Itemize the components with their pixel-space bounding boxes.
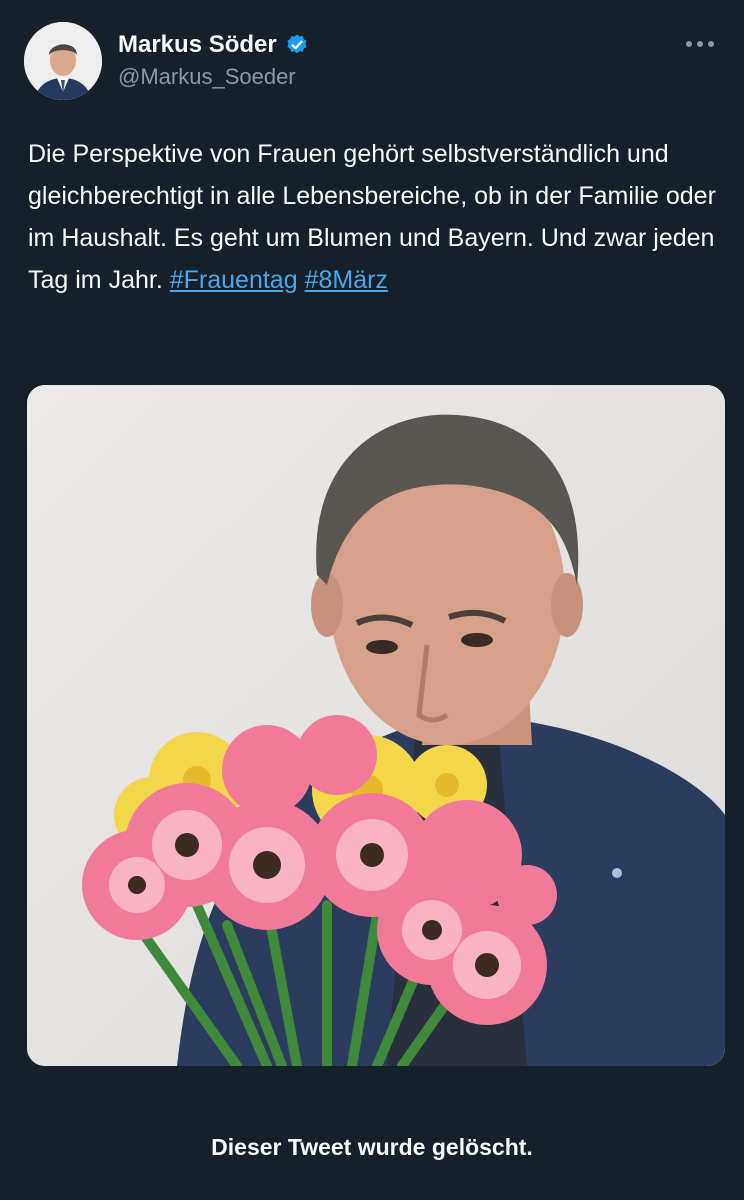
tweet-header: Markus Söder @Markus_Soeder (24, 22, 720, 102)
avatar-photo (24, 22, 102, 100)
tweet-text: Die Perspektive von Frauen gehört selbst… (28, 133, 718, 301)
verified-badge-icon (287, 34, 307, 54)
avatar[interactable] (24, 22, 102, 100)
more-options-icon[interactable] (680, 32, 720, 56)
hashtag-frauentag[interactable]: #Frauentag (170, 266, 298, 294)
deleted-notice: Dieser Tweet wurde gelöscht. (211, 1134, 533, 1160)
photo-man-with-flowers (27, 385, 725, 1066)
hashtag-8maerz[interactable]: #8März (305, 266, 388, 294)
tweet-media-photo[interactable] (27, 385, 725, 1066)
author-display-name[interactable]: Markus Söder (118, 30, 277, 60)
author-handle[interactable]: @Markus_Soeder (118, 64, 309, 90)
